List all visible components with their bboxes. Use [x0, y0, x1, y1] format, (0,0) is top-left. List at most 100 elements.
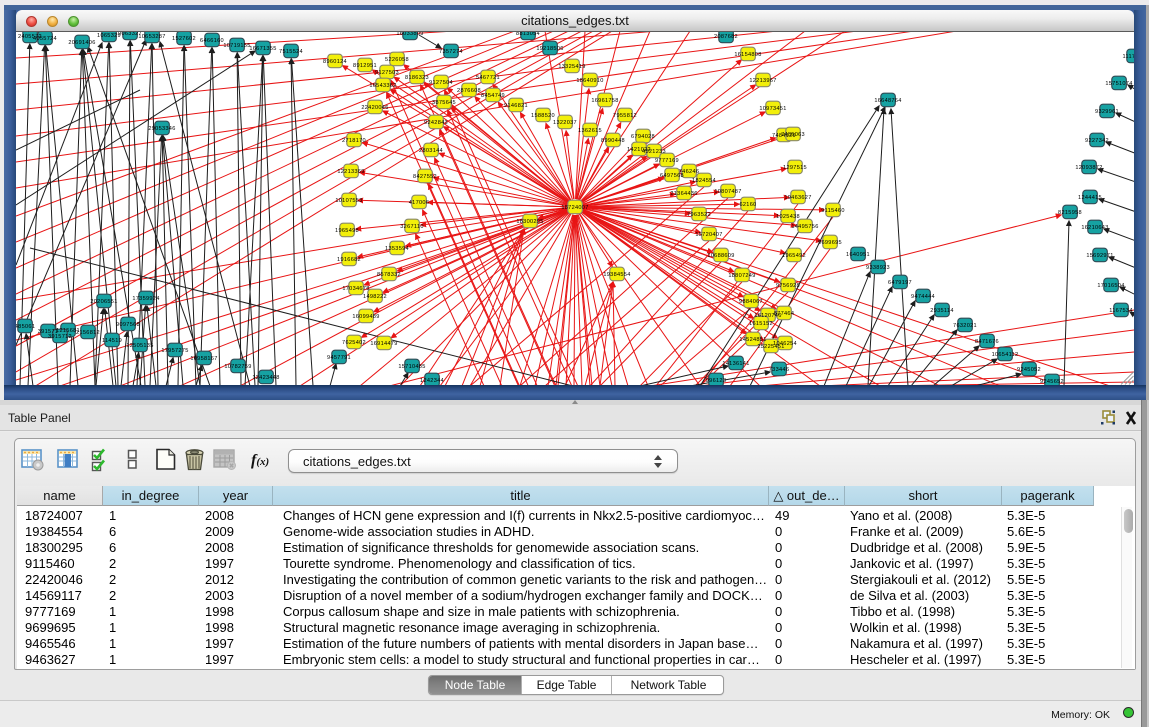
svg-text:16033809: 16033809	[396, 32, 423, 37]
svg-text:4055724: 4055724	[33, 36, 57, 42]
svg-text:9474444: 9474444	[911, 294, 935, 300]
svg-text:9097568: 9097568	[116, 322, 140, 328]
svg-text:16648764: 16648764	[874, 98, 901, 104]
svg-text:16543362: 16543362	[369, 83, 396, 89]
svg-text:9245652: 9245652	[1040, 379, 1064, 385]
svg-text:16210643: 16210643	[1081, 225, 1108, 231]
svg-text:10654112: 10654112	[992, 352, 1019, 358]
svg-text:9457791: 9457791	[327, 355, 351, 361]
svg-text:1297515: 1297515	[783, 165, 807, 171]
svg-text:3875645: 3875645	[432, 100, 456, 106]
svg-text:10973451: 10973451	[759, 106, 786, 112]
svg-text:9115460: 9115460	[821, 208, 844, 214]
svg-text:16154808: 16154808	[734, 52, 761, 58]
svg-text:9777169: 9777169	[655, 158, 679, 164]
svg-text:1527602: 1527602	[172, 36, 196, 42]
svg-text:1353594: 1353594	[385, 246, 409, 252]
svg-text:9884067: 9884067	[739, 299, 763, 305]
svg-text:16099489: 16099489	[352, 314, 379, 320]
svg-text:18724007: 18724007	[561, 205, 588, 211]
svg-text:9127504: 9127504	[429, 80, 453, 86]
svg-text:29053346: 29053346	[148, 126, 175, 132]
svg-text:8578332: 8578332	[377, 272, 401, 278]
svg-text:15692971: 15692971	[1086, 253, 1113, 259]
svg-text:1965492: 1965492	[782, 253, 806, 259]
svg-text:1824554: 1824554	[692, 178, 716, 184]
svg-text:6479197: 6479197	[888, 280, 912, 286]
svg-text:2803144: 2803144	[419, 148, 443, 154]
svg-text:22420046: 22420046	[361, 105, 388, 111]
svg-text:7357274: 7357274	[439, 49, 463, 55]
svg-text:8186323: 8186323	[405, 75, 429, 81]
svg-text:9338923: 9338923	[866, 265, 890, 271]
svg-text:7963522: 7963522	[687, 212, 711, 218]
svg-text:62160: 62160	[739, 202, 756, 208]
svg-text:10782759: 10782759	[224, 364, 251, 370]
svg-text:17359924: 17359924	[132, 296, 159, 302]
svg-text:16961758: 16961758	[591, 98, 618, 104]
svg-text:20691406: 20691406	[68, 40, 95, 46]
svg-text:21364436: 21364436	[670, 191, 697, 197]
svg-text:10958167: 10958167	[190, 356, 217, 362]
svg-text:10653287: 10653287	[138, 34, 165, 40]
svg-text:17957275: 17957275	[161, 348, 188, 354]
svg-text:4521233: 4521233	[642, 149, 666, 155]
svg-text:2087682: 2087682	[714, 34, 738, 40]
svg-text:14495756: 14495756	[791, 224, 818, 230]
svg-text:2718170: 2718170	[342, 138, 366, 144]
svg-text:1588520: 1588520	[531, 113, 555, 119]
svg-text:13325419: 13325419	[558, 64, 585, 70]
svg-text:877464: 877464	[774, 311, 794, 317]
svg-text:746246: 746246	[679, 169, 699, 175]
svg-text:114519: 114519	[102, 338, 122, 344]
svg-text:3267110: 3267110	[400, 224, 423, 230]
svg-text:1362615: 1362615	[578, 128, 602, 134]
svg-text:9127503: 9127503	[375, 70, 399, 76]
svg-text:3915712: 3915712	[48, 334, 72, 340]
svg-text:19384554: 19384554	[603, 272, 630, 278]
svg-text:1025438: 1025438	[776, 214, 800, 220]
svg-text:10719155: 10719155	[223, 43, 250, 49]
svg-text:5226058: 5226058	[385, 57, 409, 63]
svg-text:7955812: 7955812	[613, 113, 637, 119]
svg-text:733446: 733446	[769, 367, 789, 373]
svg-text:5467721: 5467721	[476, 75, 500, 81]
svg-text:7485063: 7485063	[781, 132, 805, 138]
svg-text:12423448: 12423448	[252, 375, 279, 381]
svg-text:1322037: 1322037	[553, 120, 577, 126]
svg-text:19463627: 19463627	[784, 195, 811, 201]
svg-text:1242344: 1242344	[420, 378, 444, 384]
svg-text:1615152: 1615152	[749, 321, 773, 327]
svg-text:18300295: 18300295	[516, 219, 543, 225]
svg-text:15720407: 15720407	[695, 232, 722, 238]
svg-text:7515524: 7515524	[279, 49, 303, 55]
svg-text:1046254: 1046254	[773, 341, 797, 347]
svg-text:1117341: 1117341	[1122, 54, 1134, 60]
svg-text:9699695: 9699695	[818, 240, 842, 246]
svg-text:18640910: 18640910	[576, 78, 603, 84]
svg-text:2935114: 2935114	[930, 308, 953, 314]
svg-text:9245052: 9245052	[1017, 367, 1041, 373]
svg-text:15710485: 15710485	[398, 364, 425, 370]
svg-text:9756928: 9756928	[776, 283, 800, 289]
svg-text:7625402: 7625402	[342, 340, 366, 346]
svg-text:1640951: 1640951	[846, 252, 870, 258]
svg-text:17016504: 17016504	[1097, 283, 1124, 289]
svg-text:8990448: 8990448	[601, 138, 625, 144]
svg-text:8471676: 8471676	[975, 339, 999, 345]
svg-text:1498222: 1498222	[363, 294, 387, 300]
svg-text:1916682: 1916682	[337, 257, 361, 263]
svg-text:16671355: 16671355	[249, 46, 276, 52]
svg-text:9329961: 9329961	[1095, 109, 1119, 115]
svg-text:417006: 417006	[409, 200, 429, 206]
svg-text:996123: 996123	[706, 378, 726, 384]
svg-text:9227342: 9227342	[1085, 138, 1109, 144]
svg-text:1244415: 1244415	[1078, 195, 1102, 201]
svg-text:2156812: 2156812	[76, 330, 100, 336]
svg-text:19218506: 19218506	[536, 46, 563, 52]
svg-text:18807249: 18807249	[728, 273, 755, 279]
svg-text:15751074: 15751074	[1105, 81, 1132, 87]
svg-text:8912951: 8912951	[353, 63, 377, 69]
svg-text:6794028: 6794028	[631, 134, 655, 140]
svg-text:8813054: 8813054	[516, 32, 540, 37]
